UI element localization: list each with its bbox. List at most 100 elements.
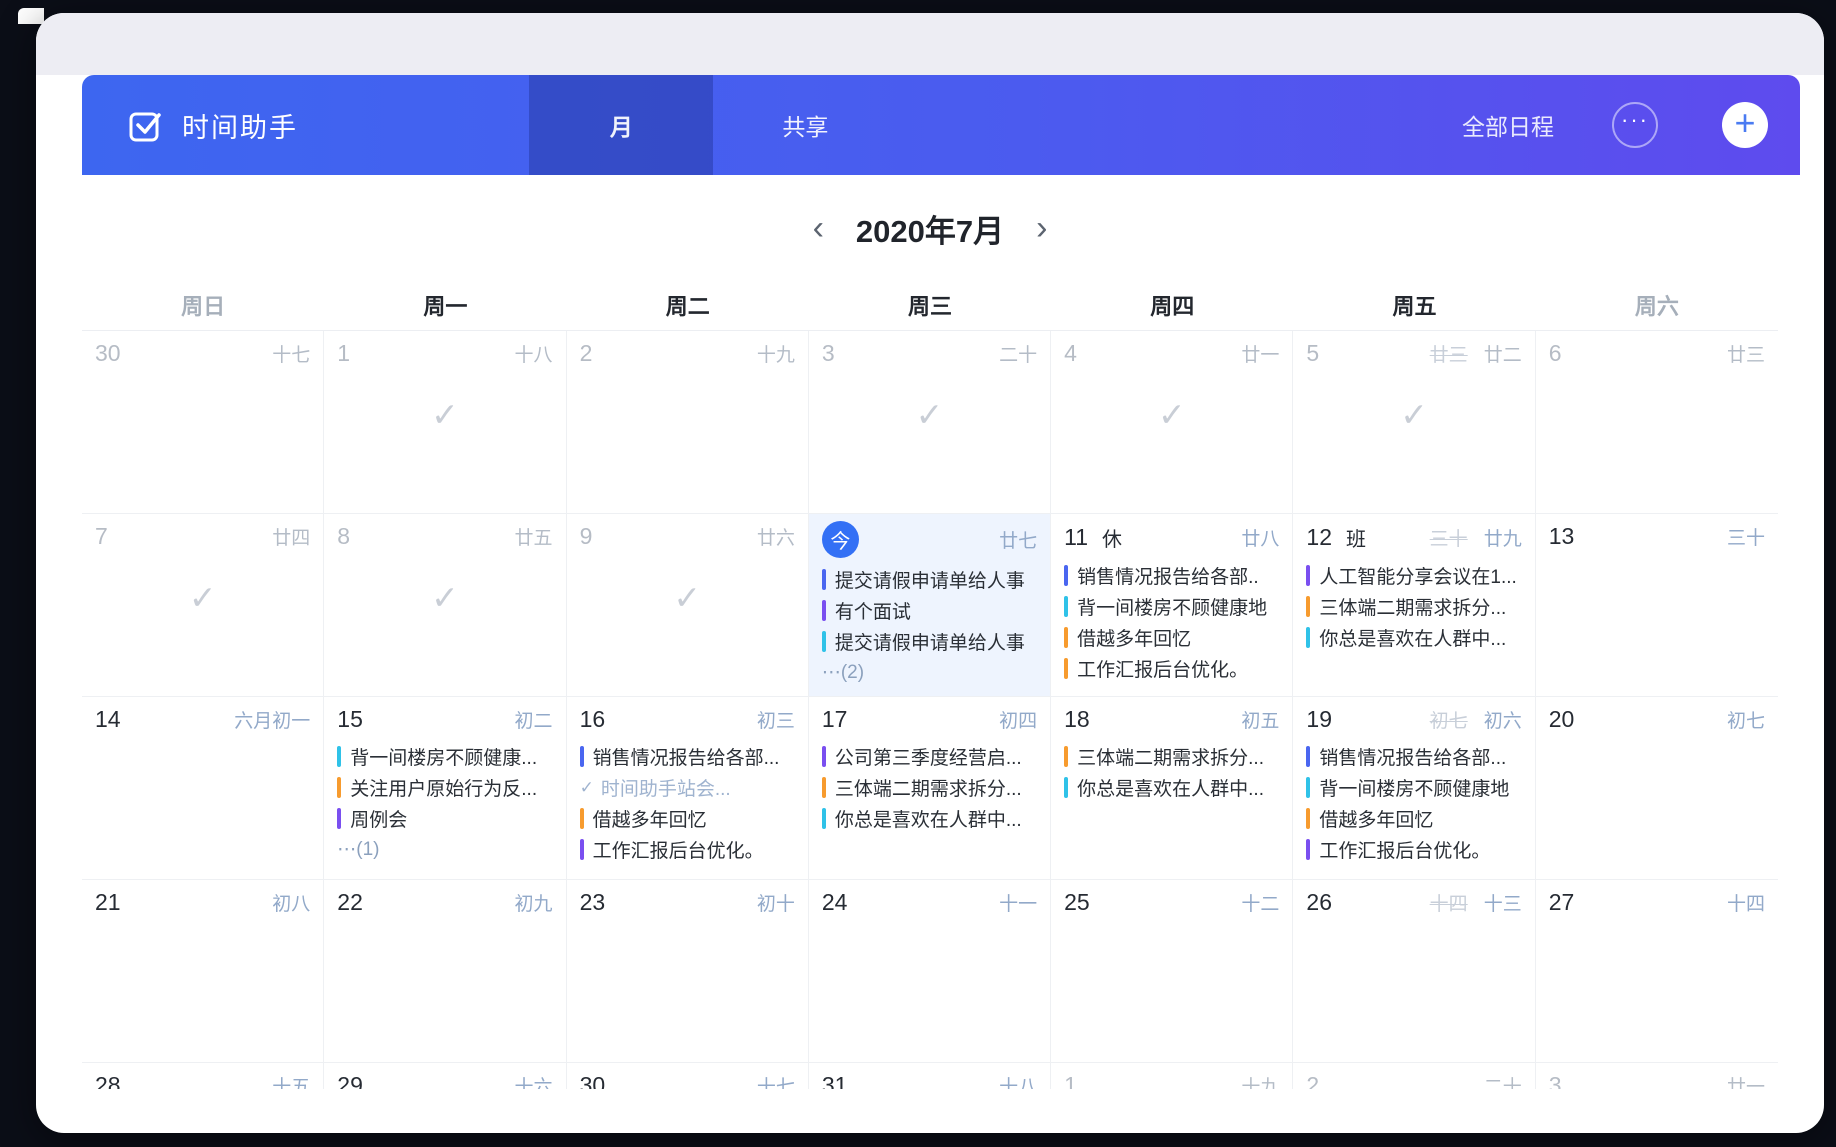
day-cell[interactable]: 1十八✓ [324, 331, 566, 514]
day-cell[interactable]: 12班三十廿九人工智能分享会议在1...三体端二期需求拆分...你总是喜欢在人群… [1293, 514, 1535, 697]
calendar-week-row: 21初八22初九23初十24十一25十二26十四十三27十四 [82, 880, 1778, 1063]
event-title: 销售情况报告给各部... [1319, 743, 1506, 770]
day-cell[interactable]: 2十九 [567, 331, 809, 514]
day-cell[interactable]: 3廿一 [1536, 1063, 1778, 1089]
event-item[interactable]: 人工智能分享会议在1... [1306, 560, 1521, 591]
day-cell[interactable]: 11休廿八销售情况报告给各部..背一间楼房不顾健康地借越多年回忆工作汇报后台优化… [1051, 514, 1293, 697]
event-title: 周例会 [350, 805, 407, 832]
event-item[interactable]: 工作汇报后台优化。 [1064, 653, 1279, 684]
day-cell[interactable]: 5廿三廿二✓ [1293, 331, 1535, 514]
event-color-bar [1306, 746, 1310, 767]
event-list: 公司第三季度经营启...三体端二期需求拆分...你总是喜欢在人群中... [822, 741, 1037, 834]
event-item[interactable]: 周例会 [337, 803, 552, 834]
event-list: 销售情况报告给各部..背一间楼房不顾健康地借越多年回忆工作汇报后台优化。 [1064, 560, 1279, 684]
day-number: 15 [337, 706, 363, 733]
event-color-bar [1306, 596, 1310, 617]
event-item[interactable]: 借越多年回忆 [1064, 622, 1279, 653]
day-cell[interactable]: 20初七 [1536, 697, 1778, 880]
event-title: 你总是喜欢在人群中... [1319, 624, 1506, 651]
event-item[interactable]: 工作汇报后台优化。 [580, 834, 795, 865]
event-color-bar [1064, 777, 1068, 798]
prev-month-button[interactable]: ‹ [807, 208, 830, 248]
day-number: 28 [95, 1072, 121, 1089]
event-item[interactable]: 你总是喜欢在人群中... [1064, 772, 1279, 803]
day-cell[interactable]: 13三十 [1536, 514, 1778, 697]
all-schedules-link[interactable]: 全部日程 [1462, 108, 1554, 142]
day-cell[interactable]: 19初七初六销售情况报告给各部...背一间楼房不顾健康地借越多年回忆工作汇报后台… [1293, 697, 1535, 880]
event-item[interactable]: ✓时间助手站会... [580, 772, 795, 803]
day-number: 3 [822, 340, 835, 367]
day-cell[interactable]: 今廿七提交请假申请单给人事有个面试提交请假申请单给人事⋯(2) [809, 514, 1051, 697]
add-event-button[interactable]: + [1722, 102, 1768, 148]
event-item[interactable]: 工作汇报后台优化。 [1306, 834, 1521, 865]
event-item[interactable]: 销售情况报告给各部.. [1064, 560, 1279, 591]
day-cell[interactable]: 30十七 [567, 1063, 809, 1089]
event-item[interactable]: 你总是喜欢在人群中... [822, 803, 1037, 834]
event-item[interactable]: 背一间楼房不顾健康... [337, 741, 552, 772]
event-title: 时间助手站会... [601, 774, 731, 801]
event-item[interactable]: 公司第三季度经营启... [822, 741, 1037, 772]
event-item[interactable]: 有个面试 [822, 595, 1037, 626]
event-item[interactable]: 借越多年回忆 [1306, 803, 1521, 834]
day-cell[interactable]: 25十二 [1051, 880, 1293, 1063]
day-cell[interactable]: 23初十 [567, 880, 809, 1063]
lunar-date: 廿四 [272, 523, 310, 550]
event-item[interactable]: 借越多年回忆 [580, 803, 795, 834]
event-item[interactable]: 销售情况报告给各部... [1306, 741, 1521, 772]
lunar-date: 十一 [999, 889, 1037, 916]
event-color-bar [1306, 565, 1310, 586]
more-events-link[interactable]: ⋯(1) [337, 834, 552, 865]
more-options-button[interactable]: ··· [1612, 102, 1658, 148]
day-cell[interactable]: 26十四十三 [1293, 880, 1535, 1063]
day-cell[interactable]: 9廿六✓ [567, 514, 809, 697]
event-item[interactable]: 三体端二期需求拆分... [1064, 741, 1279, 772]
event-item[interactable]: 背一间楼房不顾健康地 [1306, 772, 1521, 803]
tab-month[interactable]: 月 [529, 75, 713, 175]
day-cell[interactable]: 31十八 [809, 1063, 1051, 1089]
day-cell[interactable]: 21初八 [82, 880, 324, 1063]
all-done-check-icon: ✓ [324, 395, 565, 434]
event-item[interactable]: 你总是喜欢在人群中... [1306, 622, 1521, 653]
tab-share[interactable]: 共享 [713, 75, 897, 175]
day-number: 22 [337, 889, 363, 916]
event-item[interactable]: 背一间楼房不顾健康地 [1064, 591, 1279, 622]
event-item[interactable]: 提交请假申请单给人事 [822, 564, 1037, 595]
day-number: 13 [1549, 523, 1575, 550]
day-cell[interactable]: 3二十✓ [809, 331, 1051, 514]
day-cell[interactable]: 7廿四✓ [82, 514, 324, 697]
day-cell[interactable]: 14六月初一 [82, 697, 324, 880]
event-color-bar [1306, 627, 1310, 648]
more-events-link[interactable]: ⋯(2) [822, 657, 1037, 688]
day-cell[interactable]: 16初三销售情况报告给各部...✓时间助手站会...借越多年回忆工作汇报后台优化… [567, 697, 809, 880]
lunar-date: 十四 [1727, 889, 1765, 916]
event-item[interactable]: 三体端二期需求拆分... [1306, 591, 1521, 622]
day-cell[interactable]: 18初五三体端二期需求拆分...你总是喜欢在人群中... [1051, 697, 1293, 880]
next-month-button[interactable]: › [1030, 208, 1053, 248]
day-cell[interactable]: 8廿五✓ [324, 514, 566, 697]
event-item[interactable]: 提交请假申请单给人事 [822, 626, 1037, 657]
event-item[interactable]: 销售情况报告给各部... [580, 741, 795, 772]
all-done-check-icon: ✓ [324, 578, 565, 617]
day-cell[interactable]: 29十六 [324, 1063, 566, 1089]
day-cell[interactable]: 22初九 [324, 880, 566, 1063]
event-item[interactable]: 关注用户原始行为反... [337, 772, 552, 803]
lunar-date: 初五 [1241, 706, 1279, 733]
lunar-date: 廿五 [515, 523, 553, 550]
day-number: 14 [95, 706, 121, 733]
day-number: 31 [822, 1072, 848, 1089]
day-cell[interactable]: 28十五 [82, 1063, 324, 1089]
day-cell[interactable]: 4廿一✓ [1051, 331, 1293, 514]
day-cell[interactable]: 15初二背一间楼房不顾健康...关注用户原始行为反...周例会⋯(1) [324, 697, 566, 880]
day-cell[interactable]: 17初四公司第三季度经营启...三体端二期需求拆分...你总是喜欢在人群中... [809, 697, 1051, 880]
day-cell[interactable]: 1十九 [1051, 1063, 1293, 1089]
lunar-date: 廿六 [757, 523, 795, 550]
day-cell[interactable]: 30十七 [82, 331, 324, 514]
day-cell[interactable]: 2二十 [1293, 1063, 1535, 1089]
event-list: 人工智能分享会议在1...三体端二期需求拆分...你总是喜欢在人群中... [1306, 560, 1521, 653]
day-cell[interactable]: 6廿三 [1536, 331, 1778, 514]
event-list: 背一间楼房不顾健康...关注用户原始行为反...周例会⋯(1) [337, 741, 552, 865]
day-cell[interactable]: 24十一 [809, 880, 1051, 1063]
event-item[interactable]: 三体端二期需求拆分... [822, 772, 1037, 803]
weekday-label-6: 周六 [1536, 289, 1778, 330]
day-cell[interactable]: 27十四 [1536, 880, 1778, 1063]
